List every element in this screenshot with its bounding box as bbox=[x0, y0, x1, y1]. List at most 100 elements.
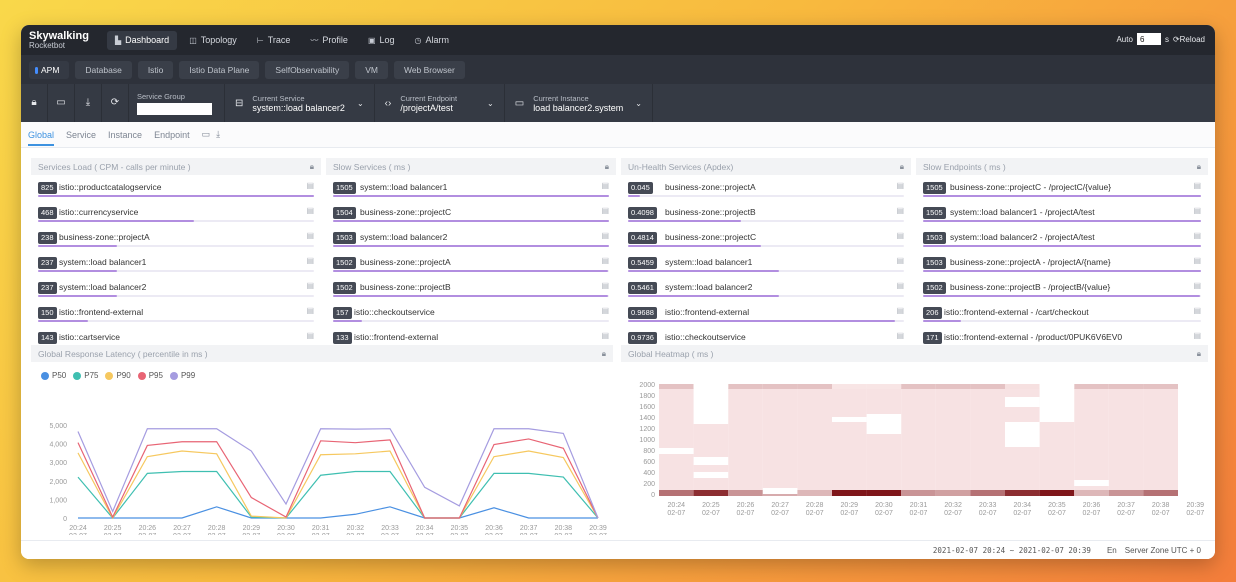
tab-endpoint[interactable]: Endpoint bbox=[154, 130, 190, 140]
time-range[interactable]: 2021-02-07 20:24 ~ 2021-02-07 20:39 bbox=[933, 546, 1091, 555]
clipboard-icon[interactable]: ▤ bbox=[1193, 281, 1201, 290]
list-item[interactable]: 237 system::load balancer1 ▤ bbox=[31, 250, 321, 275]
lock-icon[interactable]: 🔒︎ bbox=[21, 84, 48, 122]
layer-tab-vm[interactable]: VM bbox=[355, 60, 388, 79]
list-item[interactable]: 0.4098 business-zone::projectB ▤ bbox=[621, 200, 911, 225]
legend-item[interactable]: P90 bbox=[105, 371, 131, 380]
list-item[interactable]: 1502 business-zone::projectA ▤ bbox=[326, 250, 616, 275]
list-item[interactable]: 150 istio::frontend-external ▤ bbox=[31, 300, 321, 325]
refresh-icon[interactable]: ⟳ bbox=[102, 84, 129, 122]
clipboard-icon[interactable]: ▤ bbox=[601, 331, 609, 340]
clipboard-icon[interactable]: ▤ bbox=[601, 256, 609, 265]
list-item[interactable]: 0.9688 istio::frontend-external ▤ bbox=[621, 300, 911, 325]
clipboard-icon[interactable]: ▤ bbox=[896, 181, 904, 190]
clipboard-icon[interactable]: ▤ bbox=[896, 281, 904, 290]
list-item[interactable]: 1504 business-zone::projectC ▤ bbox=[326, 200, 616, 225]
list-item[interactable]: 157 istio::checkoutservice ▤ bbox=[326, 300, 616, 325]
clipboard-icon[interactable]: ▤ bbox=[306, 231, 314, 240]
list-item[interactable]: 1505 business-zone::projectC - /projectC… bbox=[916, 175, 1208, 200]
list-item[interactable]: 825 istio::productcatalogservice ▤ bbox=[31, 175, 321, 200]
clipboard-icon[interactable]: ▤ bbox=[1193, 181, 1201, 190]
legend-item[interactable]: P95 bbox=[137, 371, 163, 380]
lock-icon[interactable]: 🔒︎ bbox=[900, 162, 904, 172]
language-toggle[interactable]: En bbox=[1107, 546, 1117, 555]
clipboard-icon[interactable]: ▤ bbox=[896, 256, 904, 265]
current-service-dropdown[interactable]: ⊟ Current Service system::load balancer2 … bbox=[225, 84, 375, 122]
clipboard-icon[interactable]: ▤ bbox=[896, 306, 904, 315]
list-item[interactable]: 1503 system::load balancer2 - /projectA/… bbox=[916, 225, 1208, 250]
clipboard-icon[interactable]: ▤ bbox=[601, 281, 609, 290]
nav-topology[interactable]: ◫ Topology bbox=[181, 31, 245, 50]
list-item[interactable]: 1505 system::load balancer1 - /projectA/… bbox=[916, 200, 1208, 225]
legend-item[interactable]: P99 bbox=[169, 371, 195, 380]
service-group-input[interactable] bbox=[137, 102, 212, 115]
heatmap-cell bbox=[797, 490, 832, 496]
list-item[interactable]: 0.4814 business-zone::projectC ▤ bbox=[621, 225, 911, 250]
panel-title: Global Heatmap ( ms ) bbox=[628, 348, 714, 359]
current-instance-dropdown[interactable]: ▭ Current Instance load balancer2.system … bbox=[505, 84, 653, 122]
list-item[interactable]: 238 business-zone::projectA ▤ bbox=[31, 225, 321, 250]
layer-tab-istio-data-plane[interactable]: Istio Data Plane bbox=[179, 60, 260, 79]
layer-tab-database[interactable]: Database bbox=[75, 60, 132, 79]
logo[interactable]: Skywalking Rocketbot bbox=[21, 30, 107, 50]
list-item[interactable]: 1503 business-zone::projectA - /projectA… bbox=[916, 250, 1208, 275]
download-icon[interactable]: ⤓ bbox=[75, 84, 102, 122]
interval-unit: s bbox=[1164, 34, 1169, 44]
list-item[interactable]: 1503 system::load balancer2 ▤ bbox=[326, 225, 616, 250]
list-item[interactable]: 237 system::load balancer2 ▤ bbox=[31, 275, 321, 300]
clipboard-icon[interactable]: ▤ bbox=[306, 331, 314, 340]
clipboard-icon[interactable]: ▤ bbox=[306, 281, 314, 290]
list-item[interactable]: 206 istio::frontend-external - /cart/che… bbox=[916, 300, 1208, 325]
lock-icon[interactable]: 🔒︎ bbox=[310, 162, 314, 172]
tab-global[interactable]: Global bbox=[28, 124, 55, 146]
clipboard-icon[interactable]: ▤ bbox=[1193, 206, 1201, 215]
nav-profile[interactable]: 〰 Profile bbox=[302, 31, 356, 50]
tab-instance[interactable]: Instance bbox=[108, 130, 142, 140]
list-item[interactable]: 0.5459 system::load balancer1 ▤ bbox=[621, 250, 911, 275]
refresh-interval-input[interactable] bbox=[1136, 33, 1161, 45]
folder-icon[interactable]: ▭ bbox=[48, 84, 75, 122]
clipboard-icon[interactable]: ▤ bbox=[896, 206, 904, 215]
download-icon[interactable]: ⤓ bbox=[216, 129, 220, 140]
clipboard-icon[interactable]: ▤ bbox=[1193, 306, 1201, 315]
clipboard-icon[interactable]: ▤ bbox=[1193, 256, 1201, 265]
list-item[interactable]: 1502 business-zone::projectB - /projectB… bbox=[916, 275, 1208, 300]
nav-log[interactable]: ▣ Log bbox=[360, 31, 403, 50]
layer-tab-selfobservability[interactable]: SelfObservability bbox=[265, 60, 350, 79]
nav-alarm[interactable]: ◷ Alarm bbox=[407, 31, 458, 50]
list-item[interactable]: 0.045 business-zone::projectA ▤ bbox=[621, 175, 911, 200]
folder-icon[interactable]: ▭ bbox=[202, 129, 211, 140]
list-item[interactable]: 1502 business-zone::projectB ▤ bbox=[326, 275, 616, 300]
auto-refresh-label[interactable]: Auto bbox=[1116, 35, 1132, 44]
legend-item[interactable]: P75 bbox=[73, 371, 98, 380]
clipboard-icon[interactable]: ▤ bbox=[896, 331, 904, 340]
layer-tab-istio[interactable]: Istio bbox=[137, 60, 174, 79]
clipboard-icon[interactable]: ▤ bbox=[601, 306, 609, 315]
clipboard-icon[interactable]: ▤ bbox=[306, 306, 314, 315]
current-endpoint-dropdown[interactable]: ‹› Current Endpoint/projectA/test ⌄ bbox=[375, 84, 505, 122]
clipboard-icon[interactable]: ▤ bbox=[1193, 231, 1201, 240]
list-item[interactable]: 1505 system::load balancer1 ▤ bbox=[326, 175, 616, 200]
reload-button[interactable]: ⟳Reload bbox=[1173, 35, 1205, 44]
lock-icon[interactable]: 🔒︎ bbox=[1197, 162, 1201, 172]
nav-trace[interactable]: ⊢ Trace bbox=[249, 31, 299, 50]
server-zone[interactable]: Server Zone UTC + 0 bbox=[1125, 546, 1201, 555]
layer-tab-web-browser[interactable]: Web Browser bbox=[393, 60, 465, 79]
clipboard-icon[interactable]: ▤ bbox=[601, 206, 609, 215]
list-item[interactable]: 468 istio::currencyservice ▤ bbox=[31, 200, 321, 225]
clipboard-icon[interactable]: ▤ bbox=[896, 231, 904, 240]
clipboard-icon[interactable]: ▤ bbox=[306, 206, 314, 215]
clipboard-icon[interactable]: ▤ bbox=[601, 181, 609, 190]
clipboard-icon[interactable]: ▤ bbox=[306, 256, 314, 265]
clipboard-icon[interactable]: ▤ bbox=[1193, 331, 1201, 340]
clipboard-icon[interactable]: ▤ bbox=[306, 181, 314, 190]
clipboard-icon[interactable]: ▤ bbox=[601, 231, 609, 240]
layer-tab-apm[interactable]: APM bbox=[29, 60, 70, 79]
nav-dashboard[interactable]: ▙ Dashboard bbox=[107, 30, 178, 50]
lock-icon[interactable]: 🔒︎ bbox=[605, 162, 609, 172]
list-item[interactable]: 0.5461 system::load balancer2 ▤ bbox=[621, 275, 911, 300]
legend-item[interactable]: P50 bbox=[41, 371, 66, 380]
tab-service[interactable]: Service bbox=[66, 130, 96, 140]
lock-icon[interactable]: 🔒︎ bbox=[602, 349, 606, 359]
lock-icon[interactable]: 🔒︎ bbox=[1197, 349, 1201, 359]
